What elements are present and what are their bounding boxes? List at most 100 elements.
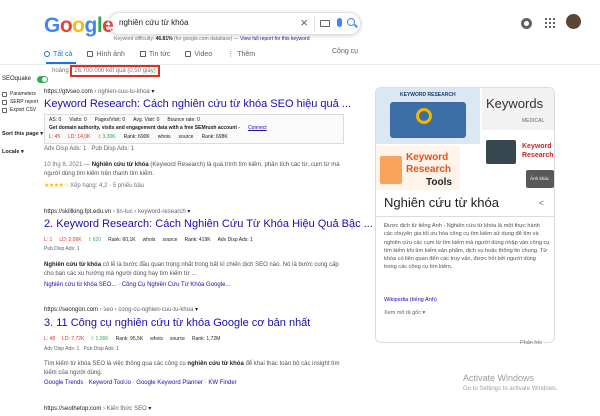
sort-page-button[interactable]: Sort this page ▾	[2, 131, 43, 137]
settings-icon	[2, 91, 7, 97]
more-icon: ⋮	[227, 51, 235, 58]
tab-video[interactable]: Video	[185, 47, 212, 61]
share-icon[interactable]: <	[539, 198, 544, 208]
kp-wikipedia-link[interactable]: Wikipedia (tiếng Anh)	[384, 297, 437, 303]
seo-whois-link[interactable]: whois	[143, 237, 156, 243]
result-url[interactable]: https://skillking.fpt.edu.vn › tin-tuc ›…	[44, 208, 190, 215]
more-images-button[interactable]: Ảnh khác	[530, 176, 549, 181]
seoquake-bar: AS: 0 Visits: 0 Pages/Visit: 0 Avg. Visi…	[44, 114, 344, 144]
locale-button[interactable]: Locale ▾	[2, 149, 24, 155]
result-title[interactable]: Keyword Research: Cách nghiên cứu từ khó…	[44, 98, 351, 110]
seo-metric[interactable]: LD: 7,72K	[62, 336, 84, 342]
search-box[interactable]: nghiên cứu từ khóa ×	[108, 12, 361, 35]
seoquake-bar: L: 1 LD: 2,06K I: 620 Rank: 60,1K whois …	[44, 237, 253, 243]
seo-metric[interactable]: Rank: 698K	[202, 134, 228, 140]
url-breadcrumb: › nghien-cuu-tu-khoa	[94, 89, 150, 95]
kp-title: Nghiên cứu từ khóa	[384, 195, 499, 210]
kp-image-research-2[interactable]: Keyword Research Ảnh khác	[482, 132, 554, 190]
search-icon[interactable]	[347, 18, 355, 26]
sitelink[interactable]: Công Cụ Nghiên Cứu Từ Khóa Google...	[122, 282, 231, 288]
url-domain: https://seothetop.com	[44, 406, 102, 412]
logo-letter: o	[59, 14, 73, 37]
apps-grid-icon[interactable]	[545, 18, 555, 28]
keyword-difficulty: Keyword difficulty: 46.81% (for google.c…	[114, 36, 310, 42]
clear-icon[interactable]: ×	[300, 16, 308, 29]
tools-button[interactable]: Công cụ	[332, 48, 358, 55]
seo-metric: Adv Disp Ads: 1	[44, 346, 80, 352]
seoquake-toggle[interactable]	[37, 76, 48, 83]
seo-metric[interactable]: L: 48	[44, 336, 55, 342]
sitelink[interactable]: Google Trends	[44, 380, 83, 386]
result-snippet: 10 thg 8, 2021 — Nghiên cứu từ khóa (Key…	[44, 161, 340, 178]
tab-more[interactable]: ⋮ Thêm	[227, 47, 255, 61]
kp-divider	[376, 216, 554, 217]
result-title[interactable]: 2. Keyword Research: Cách Nghiên Cứu Từ …	[44, 218, 373, 230]
kp-image-keywords[interactable]: Keywords MEDICAL	[482, 88, 554, 130]
seo-whois-link[interactable]: whois	[150, 336, 163, 342]
logo-letter: o	[72, 14, 85, 37]
kp-image-label: Tools	[426, 177, 452, 188]
seo-source-link[interactable]: source	[170, 336, 185, 342]
seo-metric[interactable]: I: 620	[89, 237, 102, 243]
sidebar-item-serp-report[interactable]: SERP report	[2, 99, 38, 105]
result-url[interactable]: https://gtvseo.com › nghien-cuu-tu-khoa …	[44, 88, 154, 95]
seo-metric[interactable]: L: 45	[49, 134, 60, 140]
seo-metric: Adv Disp Ads: 1	[44, 146, 87, 152]
result-url[interactable]: https://seothetop.com › Kiến thức SEO ▾	[44, 405, 151, 412]
seo-connect-link[interactable]: Connect	[248, 125, 267, 131]
feedback-link[interactable]: Phản hồi	[520, 340, 542, 346]
result-url[interactable]: https://seongon.com › seo › cong-cu-nghi…	[44, 306, 198, 313]
tab-news[interactable]: Tin tức	[139, 47, 170, 61]
kp-more-toggle[interactable]: Xem mô tả gốc ▾	[384, 310, 425, 316]
export-icon	[2, 107, 7, 113]
seoquake-title: SEOquake	[2, 76, 32, 82]
seo-metric: AS: 0	[49, 117, 62, 123]
sitelink[interactable]: KW Finder	[208, 380, 236, 386]
sidebar-item-parameters[interactable]: Parameters	[2, 91, 36, 97]
gear-icon[interactable]	[521, 18, 532, 29]
sitelink[interactable]: Keyword Tool.io	[89, 380, 131, 386]
seo-metric[interactable]: Rank: 419K	[184, 237, 210, 243]
url-breadcrumb: › tin-tuc › keyword-research	[112, 209, 186, 215]
seo-metric: Avg. Visit: 0	[133, 117, 160, 123]
kw-diff-report-link[interactable]: View full report for this keyword	[240, 36, 309, 42]
result-snippet: Tìm kiếm từ khóa SEO là việc thông qua c…	[44, 360, 340, 377]
seo-metric[interactable]: Rank: 60,1K	[108, 237, 136, 243]
result-title[interactable]: 3. 11 Công cụ nghiên cứu từ khóa Google …	[44, 317, 310, 329]
seo-metric[interactable]: Rank: 95,5K	[116, 336, 144, 342]
seo-source-link[interactable]: source	[179, 134, 194, 140]
sitelink[interactable]: Nghiên cứu từ khóa SEO...	[44, 282, 116, 288]
microphone-icon[interactable]	[337, 18, 342, 27]
result-date: 10 thg 8, 2021 —	[44, 162, 91, 168]
seo-metric[interactable]: LD: 14,0K	[68, 134, 90, 140]
sitelink[interactable]: Google Keyword Planner	[136, 380, 203, 386]
kp-image-label: MEDICAL	[522, 118, 545, 124]
seo-metric[interactable]: LD: 2,06K	[59, 237, 81, 243]
kp-image-research[interactable]: Keyword Research Tools	[376, 146, 460, 190]
seo-metric[interactable]: I: 1,36K	[91, 336, 108, 342]
seo-metric[interactable]: L: 1	[44, 237, 52, 243]
news-icon	[139, 51, 146, 57]
result-stats: hoảng 26.700.000 kết quả (0,50 giây)	[52, 65, 160, 77]
seo-metric[interactable]: Rank: 1,72M	[192, 336, 220, 342]
seo-ads-row: Adv Disp Ads: 1 Pub Disp Ads: 1	[44, 346, 119, 352]
seo-metric[interactable]: Rank: 690K	[124, 134, 150, 140]
seo-whois-link[interactable]: whois	[158, 134, 171, 140]
seo-semrush-note: Get domain authority, visits and engagem…	[49, 125, 241, 131]
seo-metric: Bounce rate: 0	[167, 117, 200, 123]
keyboard-icon[interactable]	[320, 20, 330, 27]
logo-letter: g	[84, 14, 98, 37]
seo-source-link[interactable]: source	[162, 237, 177, 243]
sidebar-item-export-csv[interactable]: Export CSV	[2, 107, 36, 113]
snippet-highlight: nghiên cứu từ khóa	[187, 361, 244, 367]
seo-metric[interactable]: I: 3,30K	[98, 134, 115, 140]
url-breadcrumb: › Kiến thức SEO	[103, 406, 147, 412]
tab-all[interactable]: Tất cả	[44, 47, 72, 61]
tab-images[interactable]: Hình ảnh	[87, 47, 125, 61]
google-logo[interactable]: Google	[44, 14, 114, 38]
search-input[interactable]: nghiên cứu từ khóa	[119, 18, 188, 27]
kp-image-main[interactable]: KEYWORD RESEARCH	[376, 88, 480, 144]
url-domain: https://gtvseo.com	[44, 89, 93, 95]
avatar[interactable]	[566, 14, 581, 29]
url-domain: https://skillking.fpt.edu.vn	[44, 209, 112, 215]
